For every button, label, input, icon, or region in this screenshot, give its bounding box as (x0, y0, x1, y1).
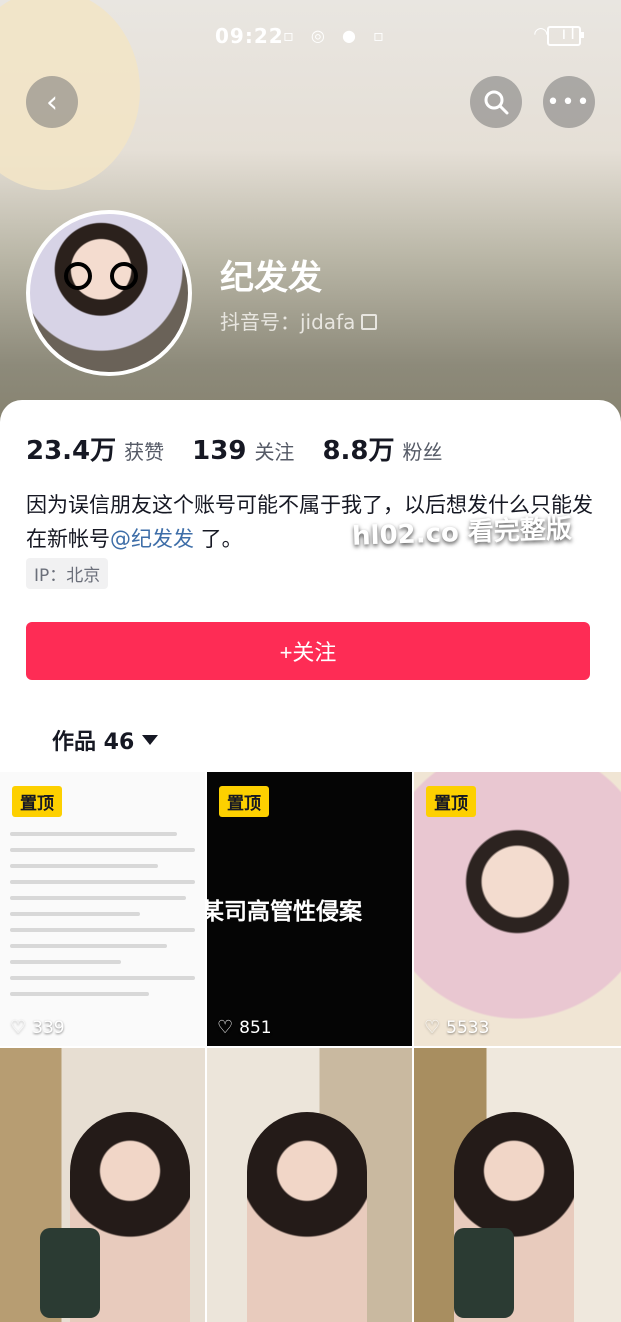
stat-value: 139 (192, 436, 247, 466)
video-caption: 某司高管性侵案 (207, 899, 362, 925)
video-tile[interactable] (414, 1048, 621, 1322)
more-icon: ••• (546, 89, 592, 115)
back-button[interactable]: ‹ (26, 76, 78, 128)
like-count-value: 339 (32, 1017, 65, 1038)
status-time: 09:22 (215, 24, 284, 48)
like-count: ♡ 851 (217, 1017, 272, 1038)
caret-down-icon (142, 735, 159, 745)
stat-value: 23.4万 (26, 436, 117, 466)
avatar[interactable] (26, 210, 192, 376)
tab-works[interactable]: 作品 46 (52, 724, 159, 756)
video-grid: 置顶 ♡ 339 某司高管性侵案 置顶 ♡ 851 置顶 ♡ 5533 (0, 772, 621, 1322)
notification-icons: ▫ ◎ ● ▫ (283, 26, 390, 45)
profile-banner: 09:22 ▫ ◎ ● ▫ ◠ ıl ‹ ••• 纪发发 抖音号：jidafa (0, 0, 621, 430)
video-tile[interactable]: 置顶 ♡ 5533 (414, 772, 621, 1046)
stats-row: 23.4万 获赞 139 关注 8.8万 粉丝 (26, 430, 471, 467)
chevron-left-icon: ‹ (46, 84, 58, 120)
ip-location-badge: IP：北京 (26, 558, 109, 589)
copy-icon[interactable] (361, 314, 378, 330)
pinned-badge: 置顶 (426, 786, 476, 817)
pinned-badge: 置顶 (219, 786, 269, 817)
douyin-id: 抖音号：jidafa (220, 306, 378, 335)
video-tile[interactable] (0, 1048, 205, 1322)
video-thumbnail-phone (40, 1228, 100, 1318)
heart-icon: ♡ (217, 1017, 234, 1038)
pinned-badge: 置顶 (12, 786, 62, 817)
stat-value: 8.8万 (322, 436, 395, 466)
status-bar: 09:22 ▫ ◎ ● ▫ ◠ ıl (0, 22, 621, 50)
video-tile[interactable]: 置顶 ♡ 339 (0, 772, 205, 1046)
document-thumbnail (10, 832, 195, 1008)
video-tile[interactable] (207, 1048, 412, 1322)
like-count-value: 851 (239, 1017, 272, 1038)
stat-likes[interactable]: 23.4万 获赞 (26, 430, 164, 467)
avatar-glasses-decoration (64, 262, 144, 290)
like-count-value: 5533 (446, 1017, 490, 1038)
video-thumbnail-person (247, 1112, 367, 1322)
stat-label: 关注 (254, 440, 295, 464)
like-count: ♡ 339 (10, 1017, 65, 1038)
stat-label: 粉丝 (402, 440, 443, 464)
like-count: ♡ 5533 (424, 1017, 489, 1038)
stat-followers[interactable]: 8.8万 粉丝 (322, 430, 442, 467)
nickname: 纪发发 (220, 258, 322, 298)
battery-icon (547, 26, 584, 46)
follow-button[interactable]: +关注 (26, 622, 590, 680)
search-button[interactable] (470, 76, 522, 128)
stat-label: 获赞 (124, 440, 165, 464)
heart-icon: ♡ (424, 1017, 441, 1038)
search-icon (484, 90, 509, 115)
video-thumbnail-phone (454, 1228, 514, 1318)
heart-icon: ♡ (10, 1017, 27, 1038)
bio-mention-link[interactable]: @纪发发 (110, 527, 194, 551)
stat-following[interactable]: 139 关注 (192, 436, 294, 466)
watermark-text: hl02.co 看完整版 (351, 514, 573, 552)
video-tile[interactable]: 某司高管性侵案 置顶 ♡ 851 (207, 772, 412, 1046)
tab-works-label: 作品 46 (52, 730, 135, 755)
douyin-id-text: 抖音号：jidafa (220, 310, 356, 334)
more-button[interactable]: ••• (543, 76, 595, 128)
bio-suffix: 了。 (194, 527, 243, 551)
